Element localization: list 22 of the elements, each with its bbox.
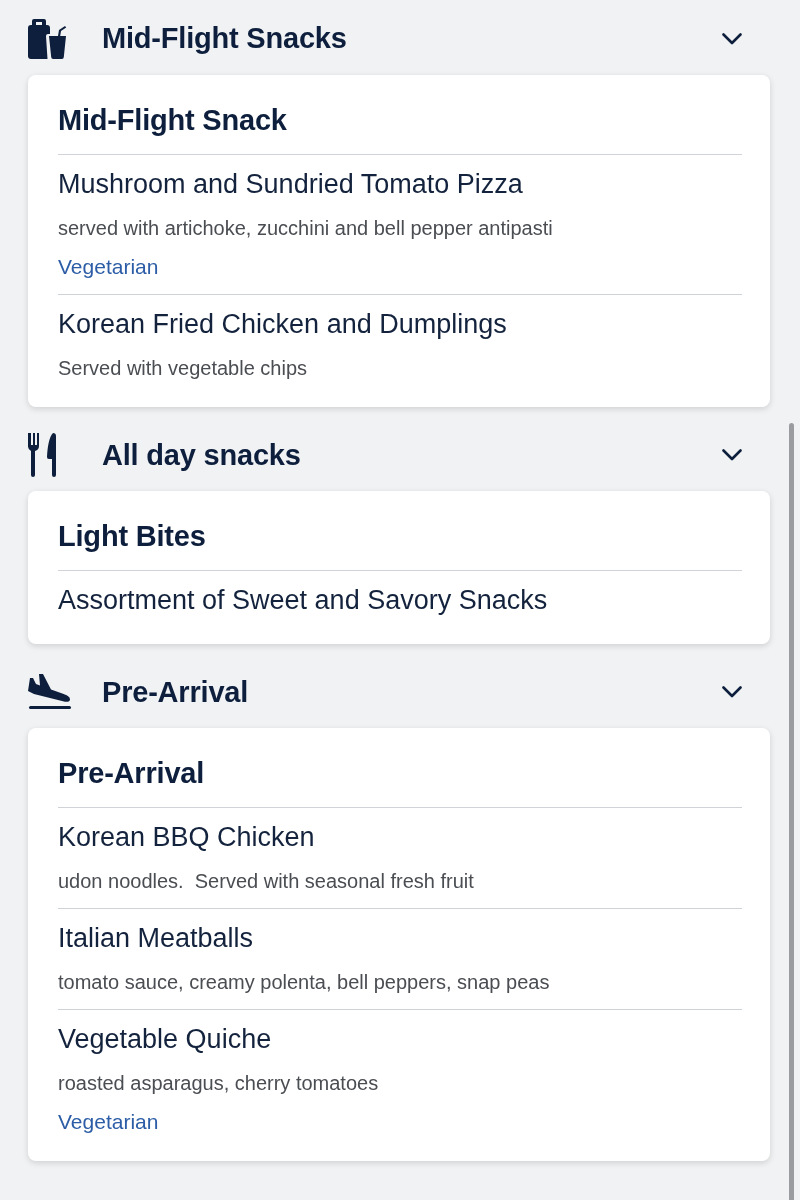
dish-description: served with artichoke, zucchini and bell pepper antipasti: [58, 216, 554, 241]
section-header[interactable]: Pre-Arrival: [28, 656, 770, 728]
dish-name: Mushroom and Sundried Tomato Pizza: [58, 168, 524, 201]
card-title: Light Bites: [58, 519, 207, 554]
dish-name: Assortment of Sweet and Savory Snacks: [58, 584, 549, 617]
dietary-label: Vegetarian: [58, 1109, 160, 1135]
bag-and-cup-icon: [28, 18, 68, 59]
dish-description: Served with vegetable chips: [58, 356, 309, 381]
fork-and-knife-icon: [28, 433, 56, 477]
dish-description: udon noodles. Served with seasonal fresh fruit: [58, 869, 475, 894]
dietary-label: Vegetarian: [58, 254, 160, 280]
card-title: Pre-Arrival: [58, 756, 206, 791]
card-title: Mid-Flight Snack: [58, 103, 288, 138]
section-header[interactable]: Mid-Flight Snacks: [28, 2, 770, 75]
dish-name: Italian Meatballs: [58, 922, 255, 955]
section-header[interactable]: All day snacks: [28, 419, 770, 491]
plane-landing-icon: [28, 674, 72, 710]
dish-name: Vegetable Quiche: [58, 1023, 273, 1056]
dish-name: Korean Fried Chicken and Dumplings: [58, 308, 508, 341]
dish-name: Korean BBQ Chicken: [58, 821, 316, 854]
dish-description: tomato sauce, creamy polenta, bell peppers, snap peas: [58, 970, 551, 995]
dish-description: roasted asparagus, cherry tomatoes: [58, 1071, 380, 1096]
